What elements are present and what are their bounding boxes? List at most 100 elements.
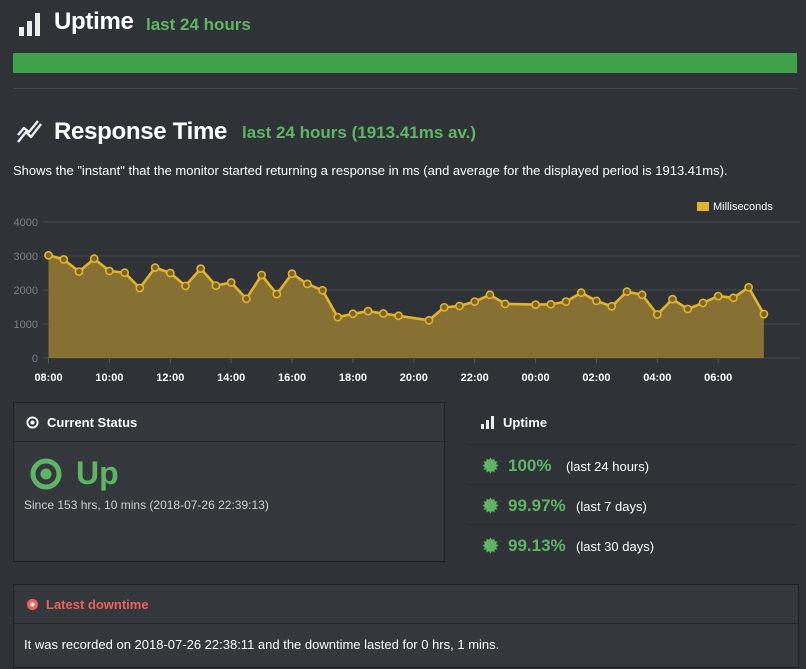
data-point (120, 268, 129, 278)
data-point (333, 312, 343, 322)
data-point (759, 309, 769, 319)
x-tick-label: 12:00 (156, 372, 184, 384)
x-tick-label: 04:00 (643, 372, 671, 384)
data-point (607, 301, 617, 311)
x-tick-label: 18:00 (339, 372, 367, 384)
x-tick-label: 00:00 (521, 372, 549, 384)
y-tick-label: 3000 (14, 251, 38, 263)
x-tick-label: 20:00 (400, 372, 428, 384)
uptime-panel: Uptime 100% (last 24 hours) 99.97% (last… (467, 402, 796, 562)
current-status-title: Current Status (47, 415, 138, 430)
x-tick-label: 10:00 (95, 372, 123, 384)
data-point (637, 290, 647, 300)
x-tick-label: 02:00 (582, 372, 610, 384)
burst-icon (482, 497, 499, 514)
x-tick-label: 14:00 (217, 372, 245, 384)
response-time-description: Shows the "instant" that the monitor sta… (13, 163, 728, 178)
x-tick-label: 08:00 (34, 372, 62, 384)
divider (13, 88, 797, 89)
data-point (272, 289, 282, 299)
data-point (363, 306, 373, 316)
uptime-title: Uptime (54, 8, 134, 35)
data-point (546, 299, 556, 309)
data-point (455, 301, 464, 311)
data-point (729, 293, 738, 303)
data-point (485, 290, 495, 300)
response-time-subtitle: last 24 hours (1913.41ms av.) (242, 123, 477, 142)
data-point (135, 283, 145, 293)
data-point (74, 267, 84, 276)
latest-downtime-text: It was recorded on 2018-07-26 22:38:11 a… (24, 637, 500, 652)
latest-downtime-title: Latest downtime (46, 597, 149, 612)
uptime-panel-title: Uptime (503, 415, 548, 430)
panel-header: Current Status (14, 403, 444, 442)
data-point (348, 309, 358, 319)
data-point (165, 268, 175, 278)
y-tick-label: 2000 (14, 285, 38, 297)
data-point (622, 287, 632, 297)
data-point (652, 310, 662, 319)
y-tick-label: 1000 (14, 319, 38, 331)
circle-dot-icon (26, 416, 39, 429)
response-time-chart[interactable]: 0 1000 2000 3000 4000 08:00 10:00 12:00 14:00 16:… (0, 190, 806, 390)
data-point (378, 309, 388, 318)
y-tick-label: 0 (32, 353, 38, 365)
uptime-subtitle: last 24 hours (146, 15, 251, 34)
x-tick-label: 06:00 (704, 372, 732, 384)
data-point (44, 250, 53, 260)
circle-dot-icon (26, 598, 39, 611)
uptime-percent: 100% (508, 456, 552, 475)
data-point (470, 297, 480, 306)
data-point (257, 270, 266, 280)
data-point (181, 281, 190, 291)
data-point (59, 255, 69, 264)
data-point (287, 269, 297, 279)
uptime-percent: 99.97% (508, 496, 566, 515)
data-point (211, 281, 221, 290)
line-chart-icon (17, 120, 42, 143)
uptime-bar (13, 53, 797, 73)
data-point (744, 282, 753, 292)
uptime-percent: 99.13% (508, 536, 566, 555)
data-point (196, 264, 206, 273)
data-point (241, 294, 251, 304)
data-point (394, 311, 403, 321)
data-point (424, 315, 434, 325)
status-up-icon (30, 458, 62, 490)
uptime-row: 99.97% (last 7 days) (467, 484, 796, 525)
data-point (302, 279, 312, 289)
uptime-period: (last 7 days) (576, 499, 647, 514)
uptime-period: (last 24 hours) (566, 459, 650, 474)
legend-swatch (697, 202, 709, 211)
data-point (576, 288, 586, 298)
status-value: Up (76, 455, 119, 491)
data-point (561, 297, 571, 306)
data-point (89, 254, 99, 264)
data-point (592, 296, 601, 306)
data-point (668, 294, 677, 304)
response-time-title: Response Time (54, 118, 228, 145)
y-tick-label: 4000 (14, 217, 38, 229)
uptime-row: 100% (last 24 hours) (467, 444, 796, 485)
legend-label: Milliseconds (713, 201, 773, 213)
data-point (105, 266, 114, 276)
bar-chart-icon (19, 13, 40, 36)
data-point (531, 300, 540, 309)
data-point (318, 285, 327, 295)
data-point (698, 298, 708, 308)
x-tick-label: 16:00 (278, 372, 306, 384)
uptime-period: (last 30 days) (576, 539, 655, 554)
data-point (683, 304, 693, 314)
data-point (713, 291, 723, 301)
current-status-panel: Current Status Up Since 153 hrs, 10 mins… (13, 402, 445, 562)
burst-icon (482, 537, 499, 554)
data-point (226, 278, 236, 287)
data-point (439, 302, 449, 312)
uptime-row: 99.13% (last 30 days) (467, 524, 796, 565)
data-point (500, 299, 510, 309)
latest-downtime-panel: Latest downtime It was recorded on 2018-… (13, 584, 799, 668)
bar-chart-icon (481, 416, 494, 429)
panel-header: Latest downtime (14, 585, 798, 624)
x-tick-label: 22:00 (461, 372, 489, 384)
data-point (150, 263, 160, 272)
